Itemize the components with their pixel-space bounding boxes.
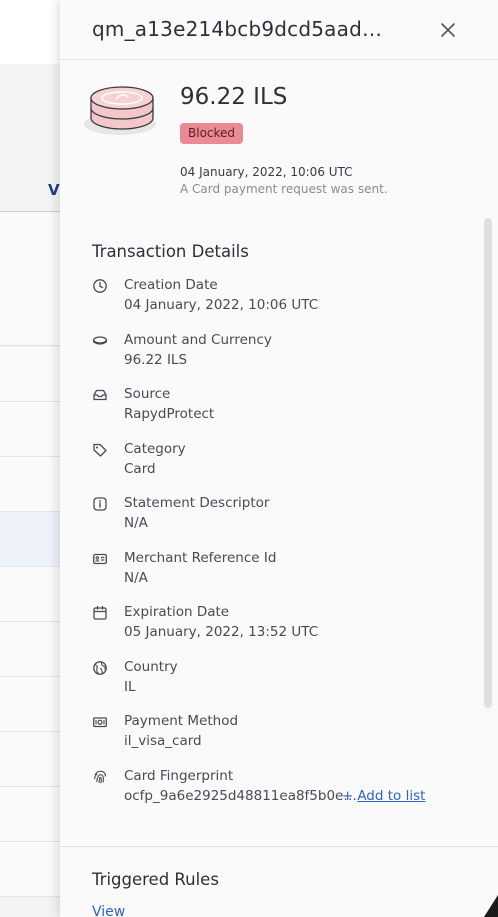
view-link[interactable]: View bbox=[92, 904, 125, 917]
detail-value: ocfp_9a6e2925d48811ea8f5b0e5... bbox=[124, 788, 364, 804]
detail-label: Statement Descriptor bbox=[124, 495, 270, 511]
summary-date: 04 January, 2022, 10:06 UTC bbox=[180, 165, 353, 179]
section-title-transaction-details: Transaction Details bbox=[92, 242, 249, 261]
detail-payment-method: Payment Method il_visa_card bbox=[92, 713, 492, 757]
money-icon bbox=[92, 714, 108, 730]
inbox-icon bbox=[92, 387, 108, 403]
detail-label: Creation Date bbox=[124, 277, 218, 293]
detail-value: N/A bbox=[124, 570, 148, 586]
drawer-title: qm_a13e214bcb9dcd5aadd... bbox=[92, 17, 392, 41]
coins-icon bbox=[82, 82, 158, 142]
detail-amount-currency: Amount and Currency 96.22 ILS bbox=[92, 332, 492, 376]
detail-label: Category bbox=[124, 441, 186, 457]
detail-source: Source RapydProtect bbox=[92, 386, 492, 430]
detail-expiration-date: Expiration Date 05 January, 2022, 13:52 … bbox=[92, 604, 492, 648]
add-to-list-button[interactable]: + Add to list bbox=[342, 788, 425, 804]
tag-icon bbox=[92, 442, 108, 458]
detail-card-fingerprint: Card Fingerprint ocfp_9a6e2925d48811ea8f… bbox=[92, 768, 492, 812]
detail-value: N/A bbox=[124, 515, 148, 531]
detail-merchant-reference-id: Merchant Reference Id N/A bbox=[92, 550, 492, 594]
detail-value: RapydProtect bbox=[124, 406, 215, 422]
coin-icon bbox=[92, 333, 108, 349]
detail-category: Category Card bbox=[92, 441, 492, 485]
calendar-icon bbox=[92, 605, 108, 621]
background-text: V bbox=[48, 181, 60, 199]
detail-value: Card bbox=[124, 461, 156, 477]
id-card-icon bbox=[92, 551, 108, 567]
detail-label: Card Fingerprint bbox=[124, 768, 234, 784]
detail-value: il_visa_card bbox=[124, 733, 202, 749]
detail-statement-descriptor: Statement Descriptor N/A bbox=[92, 495, 492, 539]
fingerprint-icon bbox=[92, 769, 108, 785]
detail-label: Source bbox=[124, 386, 171, 402]
detail-value: 96.22 ILS bbox=[124, 352, 188, 368]
detail-label: Merchant Reference Id bbox=[124, 550, 277, 566]
transaction-drawer: qm_a13e214bcb9dcd5aadd... 96.22 ILS Bloc… bbox=[60, 0, 498, 917]
drawer-header: qm_a13e214bcb9dcd5aadd... bbox=[60, 0, 498, 60]
plus-icon: + bbox=[342, 788, 354, 804]
detail-label: Expiration Date bbox=[124, 604, 230, 620]
status-badge: Blocked bbox=[180, 123, 244, 144]
detail-value: 04 January, 2022, 10:06 UTC bbox=[124, 297, 319, 313]
section-title-triggered-rules: Triggered Rules bbox=[92, 870, 219, 889]
detail-creation-date: Creation Date 04 January, 2022, 10:06 UT… bbox=[92, 277, 492, 321]
add-to-list-label: Add to list bbox=[357, 788, 426, 804]
section-divider bbox=[60, 846, 498, 847]
detail-country: Country IL bbox=[92, 659, 492, 703]
detail-value: IL bbox=[124, 679, 136, 695]
detail-label: Amount and Currency bbox=[124, 332, 272, 348]
globe-icon bbox=[92, 660, 108, 676]
info-icon bbox=[92, 496, 108, 512]
detail-value: 05 January, 2022, 13:52 UTC bbox=[124, 624, 319, 640]
amount-value: 96.22 ILS bbox=[180, 84, 288, 110]
detail-label: Payment Method bbox=[124, 713, 239, 729]
close-icon[interactable] bbox=[436, 18, 460, 42]
summary-description: A Card payment request was sent. bbox=[180, 182, 388, 196]
detail-label: Country bbox=[124, 659, 178, 675]
clock-icon bbox=[92, 278, 108, 294]
scrollbar[interactable] bbox=[484, 218, 492, 708]
